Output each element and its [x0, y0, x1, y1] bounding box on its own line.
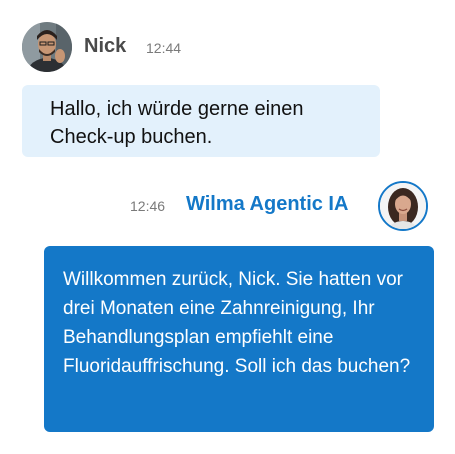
user-message-text: Hallo, ich würde gerne einen Check-up bu…	[50, 98, 304, 148]
agent-name: Wilma Agentic IA	[186, 193, 349, 215]
user-message-bubble: Hallo, ich würde gerne einen Check-up bu…	[22, 85, 380, 157]
agent-message-time: 12:46	[130, 198, 166, 214]
nick-avatar	[22, 22, 72, 72]
agent-message-text: Willkommen zurück, Nick. Sie hatten vor …	[63, 269, 411, 377]
user-name: Nick	[84, 35, 127, 57]
user-message-time: 12:44	[146, 40, 182, 56]
agent-message-bubble: Willkommen zurück, Nick. Sie hatten vor …	[44, 246, 434, 432]
wilma-avatar	[378, 181, 428, 231]
